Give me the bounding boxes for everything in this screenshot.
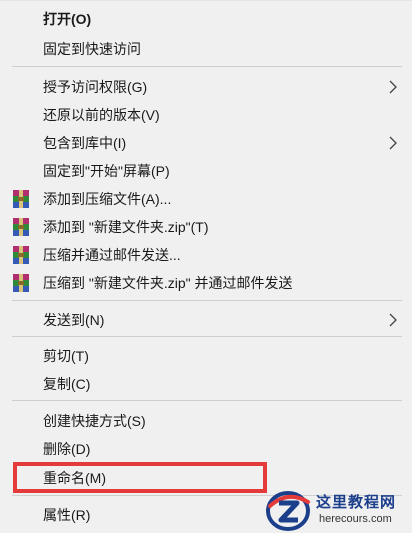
menu-item-copy[interactable]: 复制(C)	[0, 370, 410, 398]
winrar-icon	[13, 218, 29, 236]
chevron-right-icon	[389, 313, 397, 327]
menu-item-label: 删除(D)	[43, 441, 91, 457]
menu-separator	[12, 400, 402, 401]
menu-item-label: 授予访问权限(G)	[43, 79, 148, 95]
menu-item-include-in-library[interactable]: 包含到库中(I)	[0, 129, 410, 157]
menu-item-label: 压缩并通过邮件发送...	[43, 247, 181, 263]
winrar-icon	[13, 190, 29, 208]
menu-item-add-to-zip[interactable]: 添加到 "新建文件夹.zip"(T)	[0, 213, 410, 241]
menu-item-delete[interactable]: 删除(D)	[0, 435, 410, 463]
menu-item-label: 剪切(T)	[43, 348, 89, 364]
menu-item-label: 还原以前的版本(V)	[43, 107, 160, 123]
menu-separator	[12, 300, 402, 301]
menu-item-label: 创建快捷方式(S)	[43, 413, 146, 429]
menu-item-grant-access[interactable]: 授予访问权限(G)	[0, 73, 410, 101]
menu-item-send-to[interactable]: 发送到(N)	[0, 306, 410, 334]
menu-item-compress-and-email[interactable]: 压缩并通过邮件发送...	[0, 241, 410, 269]
menu-item-add-to-archive[interactable]: 添加到压缩文件(A)...	[0, 185, 410, 213]
menu-item-label: 固定到快速访问	[43, 41, 141, 57]
context-menu: 打开(O) 固定到快速访问 授予访问权限(G) 还原以前的版本(V) 包含到库中…	[0, 0, 412, 533]
menu-item-label: 包含到库中(I)	[43, 135, 127, 151]
menu-item-open[interactable]: 打开(O)	[0, 5, 410, 33]
rename-highlight-box	[13, 462, 267, 493]
winrar-icon	[13, 274, 29, 292]
menu-item-label: 添加到 "新建文件夹.zip"(T)	[43, 219, 209, 235]
site-watermark: 这里教程网 herecours.com	[264, 488, 412, 533]
menu-item-restore-versions[interactable]: 还原以前的版本(V)	[0, 101, 410, 129]
menu-item-label: 添加到压缩文件(A)...	[43, 191, 172, 207]
watermark-url: herecours.com	[319, 513, 392, 525]
menu-item-label: 属性(R)	[43, 507, 91, 523]
menu-item-label: 压缩到 "新建文件夹.zip" 并通过邮件发送	[43, 275, 293, 291]
chevron-right-icon	[389, 136, 397, 150]
menu-item-label: 打开(O)	[43, 11, 92, 27]
menu-item-pin-quick-access[interactable]: 固定到快速访问	[0, 35, 410, 63]
menu-separator	[12, 336, 402, 337]
chevron-right-icon	[389, 80, 397, 94]
menu-item-label: 复制(C)	[43, 376, 91, 392]
site-logo-icon	[266, 491, 310, 531]
menu-separator	[12, 66, 402, 67]
menu-item-pin-to-start[interactable]: 固定到"开始"屏幕(P)	[0, 157, 410, 185]
menu-item-compress-to-zip-and-email[interactable]: 压缩到 "新建文件夹.zip" 并通过邮件发送	[0, 269, 410, 297]
menu-item-label: 发送到(N)	[43, 312, 105, 328]
winrar-icon	[13, 246, 29, 264]
menu-item-cut[interactable]: 剪切(T)	[0, 342, 410, 370]
watermark-title: 这里教程网	[316, 493, 397, 511]
menu-item-label: 固定到"开始"屏幕(P)	[43, 163, 170, 179]
menu-item-create-shortcut[interactable]: 创建快捷方式(S)	[0, 407, 410, 435]
